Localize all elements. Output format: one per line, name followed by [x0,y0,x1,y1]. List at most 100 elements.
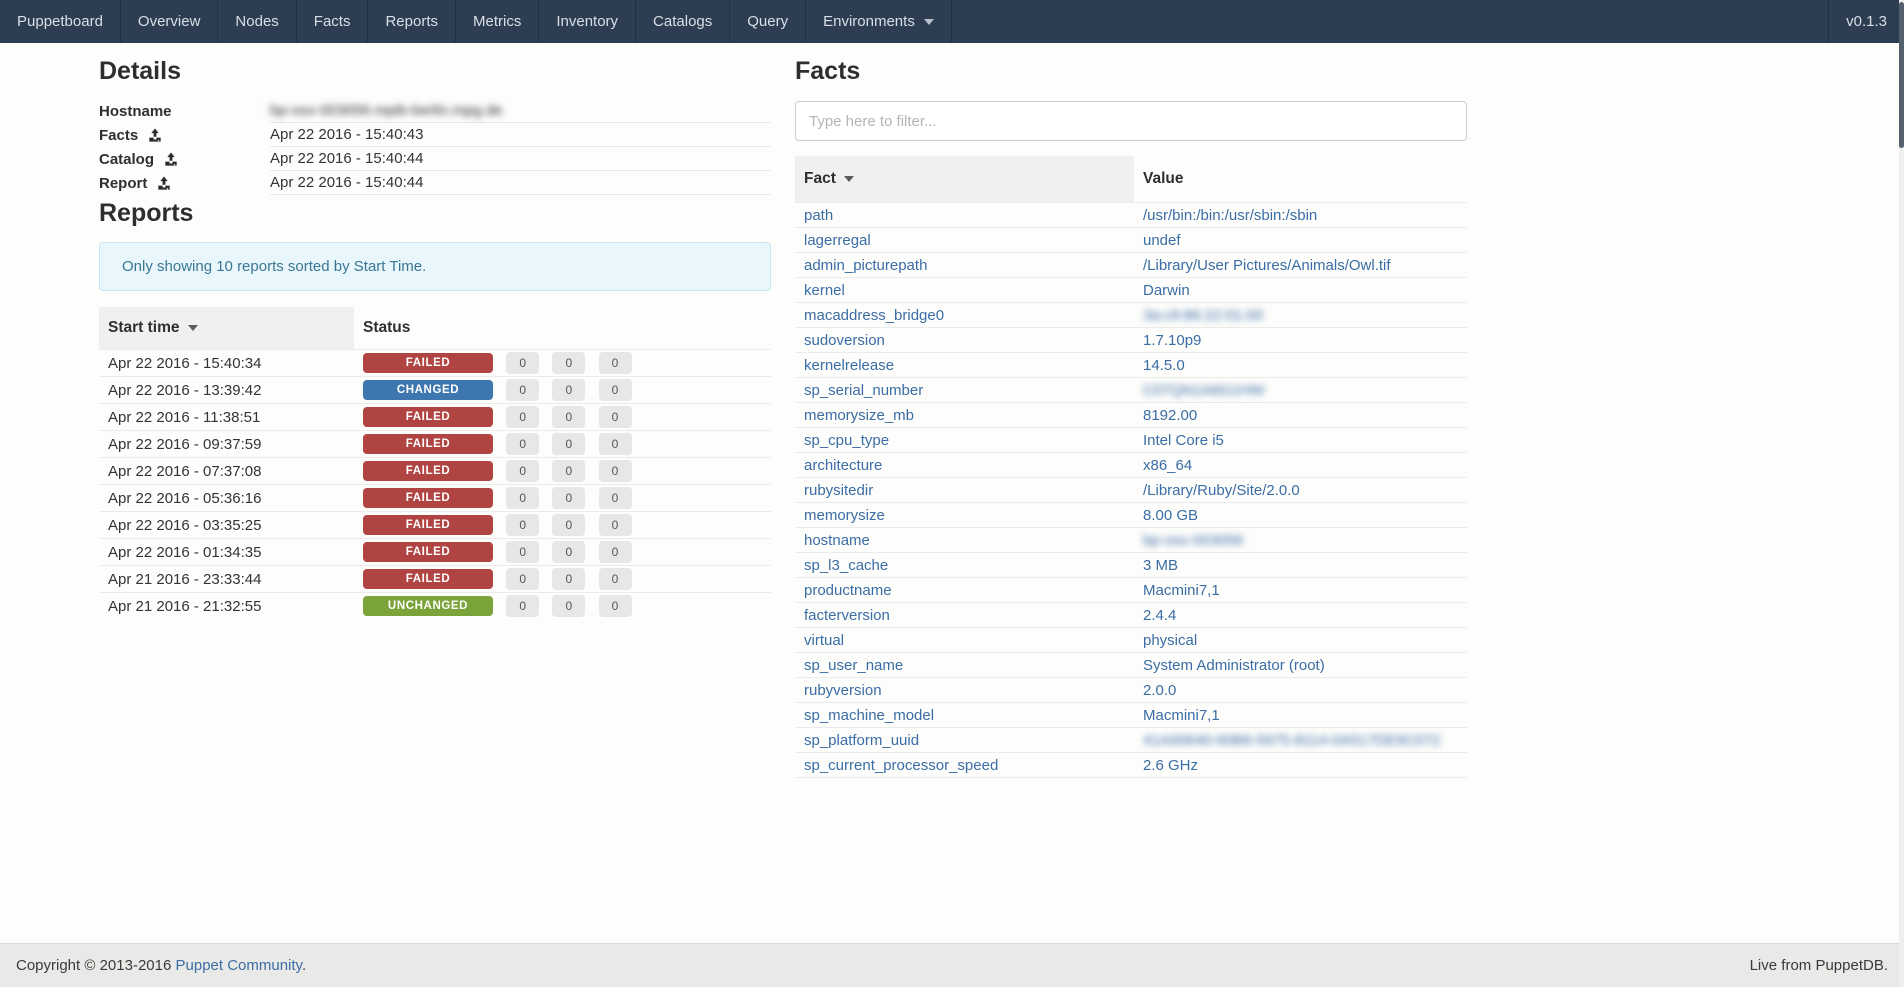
count-badge: 0 [552,595,585,617]
count-badge: 0 [552,406,585,428]
fact-name-link[interactable]: sp_l3_cache [804,557,888,574]
column-header-value[interactable]: Value [1134,156,1467,203]
report-row[interactable]: Apr 22 2016 - 07:37:08 FAILED 0 0 0 [99,458,771,485]
count-badge: 0 [506,406,539,428]
details-row-report: Report Apr 22 2016 - 15:40:44 [99,171,771,195]
nav-item-metrics[interactable]: Metrics [456,0,539,43]
version-badge: v0.1.3 [1828,0,1904,43]
fact-name-link[interactable]: sudoversion [804,332,885,349]
reports-notice-alert: Only showing 10 reports sorted by Start … [99,242,771,291]
fact-name-link[interactable]: memorysize [804,507,885,524]
fact-value-link[interactable]: Macmini7,1 [1143,582,1220,599]
report-start-time: Apr 22 2016 - 01:34:35 [99,539,354,566]
fact-name-link[interactable]: virtual [804,632,844,649]
scrollbar-thumb[interactable] [1899,2,1904,148]
fact-value-link[interactable]: 2.0.0 [1143,682,1176,699]
fact-value-link[interactable]: Macmini7,1 [1143,707,1220,724]
fact-value-link[interactable]: /Library/User Pictures/Animals/Owl.tif [1143,257,1391,274]
fact-value-link[interactable]: 8192.00 [1143,407,1197,424]
report-row[interactable]: Apr 22 2016 - 01:34:35 FAILED 0 0 0 [99,539,771,566]
facts-title: Facts [795,57,1467,86]
scrollbar-track[interactable] [1899,0,1904,987]
fact-value-link[interactable]: physical [1143,632,1197,649]
navbar-brand[interactable]: Puppetboard [0,0,121,43]
count-badge: 0 [506,541,539,563]
count-badge: 0 [506,433,539,455]
reports-table: Start time Status Apr 22 2016 - 15:40:34… [99,307,771,620]
column-header-start-time[interactable]: Start time [99,307,354,350]
nav-item-catalogs[interactable]: Catalogs [636,0,730,43]
nav-item-nodes[interactable]: Nodes [218,0,296,43]
report-start-time: Apr 21 2016 - 23:33:44 [99,566,354,593]
fact-value-link[interactable]: 3 MB [1143,557,1178,574]
fact-value-link[interactable]: Darwin [1143,282,1190,299]
fact-name-link[interactable]: admin_picturepath [804,257,927,274]
fact-name-link[interactable]: rubysitedir [804,482,873,499]
fact-row: memorysize_mb 8192.00 [795,403,1467,428]
fact-name-link[interactable]: sp_current_processor_speed [804,757,998,774]
count-badge: 0 [599,541,632,563]
report-row[interactable]: Apr 22 2016 - 13:39:42 CHANGED 0 0 0 [99,377,771,404]
fact-value-link[interactable]: /usr/bin:/bin:/usr/sbin:/sbin [1143,207,1317,224]
nav-dropdown-environments[interactable]: Environments [806,0,952,43]
count-badge: 0 [552,487,585,509]
report-start-time: Apr 22 2016 - 15:40:34 [99,350,354,377]
report-row[interactable]: Apr 21 2016 - 21:32:55 UNCHANGED 0 0 0 [99,593,771,620]
fact-name-link[interactable]: kernelrelease [804,357,894,374]
fact-value-link[interactable]: /Library/Ruby/Site/2.0.0 [1143,482,1300,499]
fact-value-link[interactable]: System Administrator (root) [1143,657,1325,674]
fact-value-link[interactable]: 3a:c9:86:22:01:00 [1143,307,1263,324]
report-row[interactable]: Apr 22 2016 - 03:35:25 FAILED 0 0 0 [99,512,771,539]
fact-value-link[interactable]: 41A00640-60B6-5975-8114-0A517DE9C072 [1143,732,1440,749]
column-header-status[interactable]: Status [354,307,771,350]
fact-name-link[interactable]: macaddress_bridge0 [804,307,944,324]
fact-name-link[interactable]: architecture [804,457,882,474]
fact-row: hostname bp-osx-003056 [795,528,1467,553]
fact-name-link[interactable]: path [804,207,833,224]
upload-icon[interactable] [148,128,162,142]
fact-value-link[interactable]: 2.4.4 [1143,607,1176,624]
fact-name-link[interactable]: sp_user_name [804,657,903,674]
nav-item-reports[interactable]: Reports [368,0,456,43]
fact-row: memorysize 8.00 GB [795,503,1467,528]
fact-value-link[interactable]: 2.6 GHz [1143,757,1198,774]
report-row[interactable]: Apr 21 2016 - 23:33:44 FAILED 0 0 0 [99,566,771,593]
fact-name-link[interactable]: rubyversion [804,682,882,699]
fact-value-link[interactable]: x86_64 [1143,457,1192,474]
fact-name-link[interactable]: kernel [804,282,845,299]
fact-name-link[interactable]: sp_machine_model [804,707,934,724]
puppet-community-link[interactable]: Puppet Community [176,957,302,974]
fact-value-link[interactable]: 1.7.10p9 [1143,332,1201,349]
fact-name-link[interactable]: lagerregal [804,232,871,249]
column-header-fact[interactable]: Fact [795,156,1134,203]
facts-filter-input[interactable] [795,101,1467,141]
report-row[interactable]: Apr 22 2016 - 09:37:59 FAILED 0 0 0 [99,431,771,458]
fact-name-link[interactable]: sp_serial_number [804,382,923,399]
status-badge: UNCHANGED [363,596,493,616]
upload-icon[interactable] [164,152,178,166]
report-start-time: Apr 22 2016 - 09:37:59 [99,431,354,458]
nav-item-facts[interactable]: Facts [297,0,369,43]
nav-item-query[interactable]: Query [730,0,806,43]
report-row[interactable]: Apr 22 2016 - 15:40:34 FAILED 0 0 0 [99,350,771,377]
nav-item-inventory[interactable]: Inventory [539,0,636,43]
fact-value-link[interactable]: 14.5.0 [1143,357,1185,374]
fact-name-link[interactable]: sp_cpu_type [804,432,889,449]
fact-value-link[interactable]: bp-osx-003056 [1143,532,1243,549]
report-row[interactable]: Apr 22 2016 - 11:38:51 FAILED 0 0 0 [99,404,771,431]
nav-item-overview[interactable]: Overview [121,0,219,43]
count-badge: 0 [599,460,632,482]
fact-name-link[interactable]: productname [804,582,892,599]
fact-name-link[interactable]: facterversion [804,607,890,624]
fact-value-link[interactable]: undef [1143,232,1181,249]
fact-value-link[interactable]: C07QN1A6G1HW [1143,382,1265,399]
left-column: Details Hostname bp-osx-003056.mpib-berl… [99,43,771,778]
fact-name-link[interactable]: memorysize_mb [804,407,914,424]
fact-row: path /usr/bin:/bin:/usr/sbin:/sbin [795,203,1467,228]
report-row[interactable]: Apr 22 2016 - 05:36:16 FAILED 0 0 0 [99,485,771,512]
fact-name-link[interactable]: hostname [804,532,870,549]
upload-icon[interactable] [157,176,171,190]
fact-value-link[interactable]: 8.00 GB [1143,507,1198,524]
fact-name-link[interactable]: sp_platform_uuid [804,732,919,749]
fact-value-link[interactable]: Intel Core i5 [1143,432,1224,449]
